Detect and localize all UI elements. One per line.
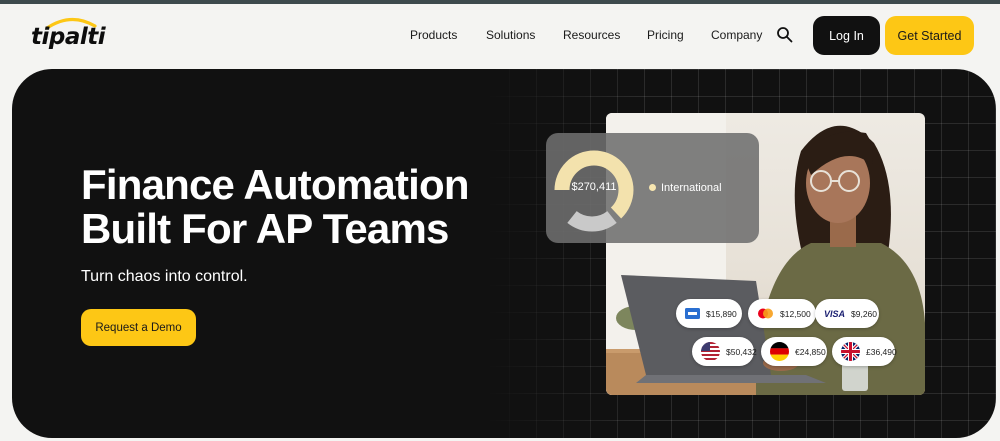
visa-icon: VISA xyxy=(824,308,846,319)
donut-segment-international-tail xyxy=(610,189,634,219)
gbp-currency-pill: £36,490 xyxy=(832,337,897,366)
amex-icon xyxy=(685,308,700,319)
hero-section: Finance Automation Built For AP Teams Tu… xyxy=(12,69,996,438)
site-header: tipalti Products Solutions Resources Pri… xyxy=(0,4,1000,66)
logo-text: tipalti xyxy=(31,24,106,50)
usd-amount: $50,432 xyxy=(726,346,757,357)
request-demo-button[interactable]: Request a Demo xyxy=(81,309,196,346)
nav-solutions[interactable]: Solutions xyxy=(486,28,535,42)
usd-currency-pill: $50,432 xyxy=(692,337,757,366)
uk-flag-icon xyxy=(841,342,860,361)
nav-company[interactable]: Company xyxy=(711,28,762,42)
amex-payment-pill: $15,890 xyxy=(676,299,742,328)
us-flag-icon xyxy=(701,342,720,361)
gbp-amount: £36,490 xyxy=(866,346,897,357)
nav-products[interactable]: Products xyxy=(410,28,457,42)
hero-title-line2: Built For AP Teams xyxy=(81,205,449,252)
hero-subtitle: Turn chaos into control. xyxy=(81,268,248,285)
visa-payment-pill: VISA $9,260 xyxy=(815,299,879,328)
login-button[interactable]: Log In xyxy=(813,16,880,55)
hero-title-line1: Finance Automation xyxy=(81,161,470,208)
mastercard-amount: $12,500 xyxy=(780,308,811,319)
hero-title: Finance Automation Built For AP Teams xyxy=(81,163,501,251)
search-icon[interactable] xyxy=(776,26,793,43)
donut-segment-other xyxy=(567,210,617,232)
nav-pricing[interactable]: Pricing xyxy=(647,28,684,42)
donut-legend-label: International xyxy=(661,182,722,194)
donut-chart-card: $270,411 International xyxy=(546,133,759,243)
amex-amount: $15,890 xyxy=(706,308,737,319)
get-started-button[interactable]: Get Started xyxy=(885,16,974,55)
mastercard-payment-pill: $12,500 xyxy=(748,299,816,328)
visa-amount: $9,260 xyxy=(851,308,878,319)
eur-currency-pill: €24,850 xyxy=(761,337,827,366)
germany-flag-icon xyxy=(770,342,789,361)
legend-dot-icon xyxy=(649,184,656,191)
tipalti-logo[interactable]: tipalti xyxy=(31,16,106,50)
donut-total-value: $270,411 xyxy=(571,181,617,193)
nav-resources[interactable]: Resources xyxy=(563,28,620,42)
mastercard-icon xyxy=(757,308,774,319)
eur-amount: €24,850 xyxy=(795,346,826,357)
donut-legend: International xyxy=(649,182,722,194)
